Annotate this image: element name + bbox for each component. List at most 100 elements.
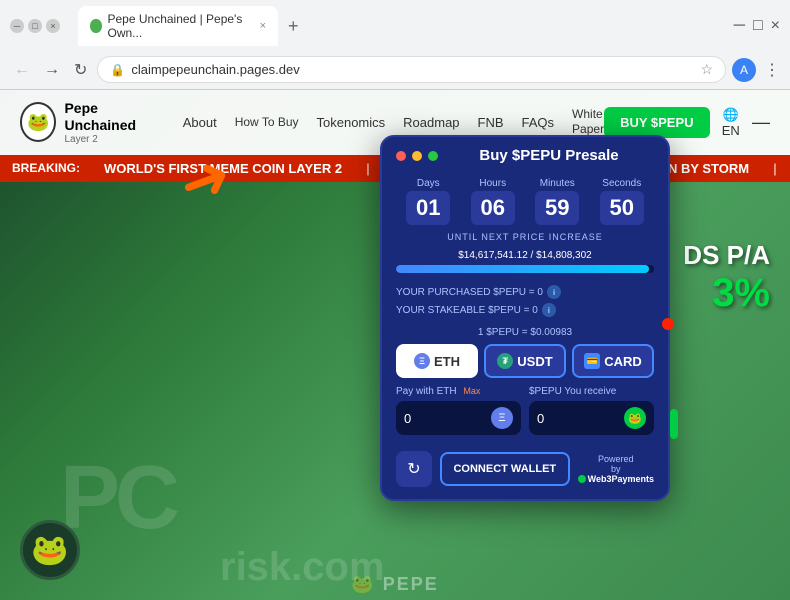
nav-how-to-buy[interactable]: How To Buy [235, 115, 299, 131]
tab-bar: Pepe Unchained | Pepe's Own... × + [68, 6, 315, 46]
web3-label: Web3Payments [588, 474, 654, 484]
purchased-info-icon[interactable]: i [547, 285, 561, 299]
ticker-sep-1: | [354, 161, 382, 176]
receive-input-wrap[interactable]: 0 🐸 [529, 401, 654, 435]
browser-chrome: ─ □ × Pepe Unchained | Pepe's Own... × +… [0, 0, 790, 90]
pay-with-label: Pay with ETH Max [396, 386, 521, 397]
logo-text-block: Pepe Unchained Layer 2 [64, 100, 162, 145]
payment-tabs: Ξ ETH ₮ USDT 💳 CARD [382, 344, 668, 386]
progress-amounts: $14,617,541.12 / $14,808,302 [396, 250, 654, 261]
stakeable-label: YOUR STAKEABLE $PEPU = 0 [396, 305, 538, 316]
seconds-label: Seconds [600, 178, 644, 189]
pay-labels: Pay with ETH Max $PEPU You receive [382, 386, 668, 401]
card-icon: 💳 [584, 353, 600, 369]
title-bar: ─ □ × Pepe Unchained | Pepe's Own... × +… [0, 0, 790, 52]
minutes-label: Minutes [535, 178, 579, 189]
nav-links: About How To Buy Tokenomics Roadmap FNB … [183, 107, 604, 138]
presale-modal: Buy $PEPU Presale Days 01 Hours 06 Minut… [380, 135, 670, 501]
purchased-row: YOUR PURCHASED $PEPU = 0 i [396, 285, 654, 299]
progress-current: $14,617,541.12 [458, 250, 528, 261]
card-tab[interactable]: 💳 CARD [572, 344, 654, 378]
modal-dot-green [428, 151, 438, 161]
pay-input-wrap[interactable]: 0 Ξ [396, 401, 521, 435]
address-bar-row: ← → ↻ 🔒 claimpepeunchain.pages.dev ☆ A ⋮ [0, 52, 790, 89]
hamburger-icon[interactable]: — [752, 112, 770, 133]
ticker-breaking: BREAKING: [0, 161, 92, 175]
countdown-days: Days 01 [406, 178, 450, 225]
seconds-value: 50 [600, 191, 644, 225]
minimize-icon[interactable]: ─ [734, 17, 745, 35]
hours-label: Hours [471, 178, 515, 189]
window-menu-icons: ─ □ × [734, 17, 780, 35]
logo-area: 🐸 Pepe Unchained Layer 2 [20, 100, 163, 145]
days-label: Days [406, 178, 450, 189]
connect-wallet-button[interactable]: CONNECT WALLET [440, 452, 570, 486]
until-text: UNTIL NEXT PRICE INCREASE [382, 229, 668, 246]
language-button[interactable]: 🌐 EN [710, 103, 752, 142]
restore-icon[interactable]: □ [753, 17, 763, 35]
back-button[interactable]: ← [10, 59, 34, 81]
url-text: claimpepeunchain.pages.dev [131, 62, 694, 77]
bg-risk-text: risk.com [220, 545, 385, 590]
countdown-hours: Hours 06 [471, 178, 515, 225]
tab-close-btn[interactable]: × [260, 20, 266, 32]
address-bar[interactable]: 🔒 claimpepeunchain.pages.dev ☆ [97, 56, 726, 83]
modal-title-bar: Buy $PEPU Presale [382, 137, 668, 172]
modal-dot-red [396, 151, 406, 161]
usdt-label: USDT [517, 354, 552, 369]
usdt-icon: ₮ [497, 353, 513, 369]
purchased-label: YOUR PURCHASED $PEPU = 0 [396, 287, 543, 298]
progress-total: $14,808,302 [536, 250, 592, 261]
eth-icon: Ξ [414, 353, 430, 369]
nav-fnb[interactable]: FNB [478, 115, 504, 130]
website-content: PC risk.com 🐸 Pepe Unchained Layer 2 Abo… [0, 90, 790, 600]
logo-subtitle: Layer 2 [64, 134, 162, 145]
new-tab-btn[interactable]: + [282, 16, 305, 37]
forward-button[interactable]: → [40, 59, 64, 81]
favicon [90, 19, 102, 33]
nav-about[interactable]: About [183, 115, 217, 130]
ticker-sep-2: | [761, 161, 789, 176]
receive-label: $PEPU You receive [529, 386, 654, 397]
max-badge[interactable]: Max [463, 386, 480, 396]
active-tab[interactable]: Pepe Unchained | Pepe's Own... × [78, 6, 278, 46]
window-controls: ─ □ × [10, 19, 60, 33]
stakeable-info-icon[interactable]: i [542, 303, 556, 317]
pay-input-value: 0 [404, 411, 487, 426]
refresh-modal-btn[interactable]: ↻ [396, 451, 432, 487]
profile-avatar[interactable]: A [732, 58, 756, 82]
nav-whitepaper[interactable]: WhitePaper [572, 107, 604, 138]
browser-actions: A ⋮ [732, 58, 780, 82]
web3-logo: Web3Payments [578, 474, 654, 484]
tab-title: Pepe Unchained | Pepe's Own... [108, 12, 250, 40]
eth-label: ETH [434, 354, 460, 369]
frog-decoration: 🐸 [20, 520, 80, 580]
minimize-btn[interactable]: ─ [10, 19, 24, 33]
bookmark-icon[interactable]: ☆ [700, 61, 713, 78]
receive-input-value: 0 [537, 411, 620, 426]
eth-tab[interactable]: Ξ ETH [396, 344, 478, 378]
usdt-tab[interactable]: ₮ USDT [484, 344, 566, 378]
lock-icon: 🔒 [110, 63, 125, 77]
modal-dot-yellow [412, 151, 422, 161]
nav-faqs[interactable]: FAQs [522, 115, 555, 130]
progress-bar-fill [396, 265, 649, 273]
minutes-value: 59 [535, 191, 579, 225]
modal-bottom: ↻ CONNECT WALLET Poweredby Web3Payments [382, 445, 668, 499]
red-dot-right [662, 318, 674, 330]
nav-tokenomics[interactable]: Tokenomics [317, 115, 386, 130]
menu-dots-icon[interactable]: ⋮ [764, 60, 780, 80]
close-btn[interactable]: × [46, 19, 60, 33]
modal-title: Buy $PEPU Presale [444, 147, 654, 164]
progress-area: $14,617,541.12 / $14,808,302 [382, 246, 668, 277]
maximize-btn[interactable]: □ [28, 19, 42, 33]
close-window-icon[interactable]: × [771, 17, 780, 35]
powered-by-section: Poweredby Web3Payments [578, 454, 654, 484]
logo-name: Pepe Unchained [64, 100, 162, 134]
hours-value: 06 [471, 191, 515, 225]
refresh-button[interactable]: ↻ [70, 58, 91, 82]
nav-roadmap[interactable]: Roadmap [403, 115, 459, 130]
bg-pc-text: PC [60, 447, 175, 550]
exchange-rate: 1 $PEPU = $0.00983 [382, 325, 668, 344]
buy-pepu-button[interactable]: BUY $PEPU [604, 107, 709, 138]
